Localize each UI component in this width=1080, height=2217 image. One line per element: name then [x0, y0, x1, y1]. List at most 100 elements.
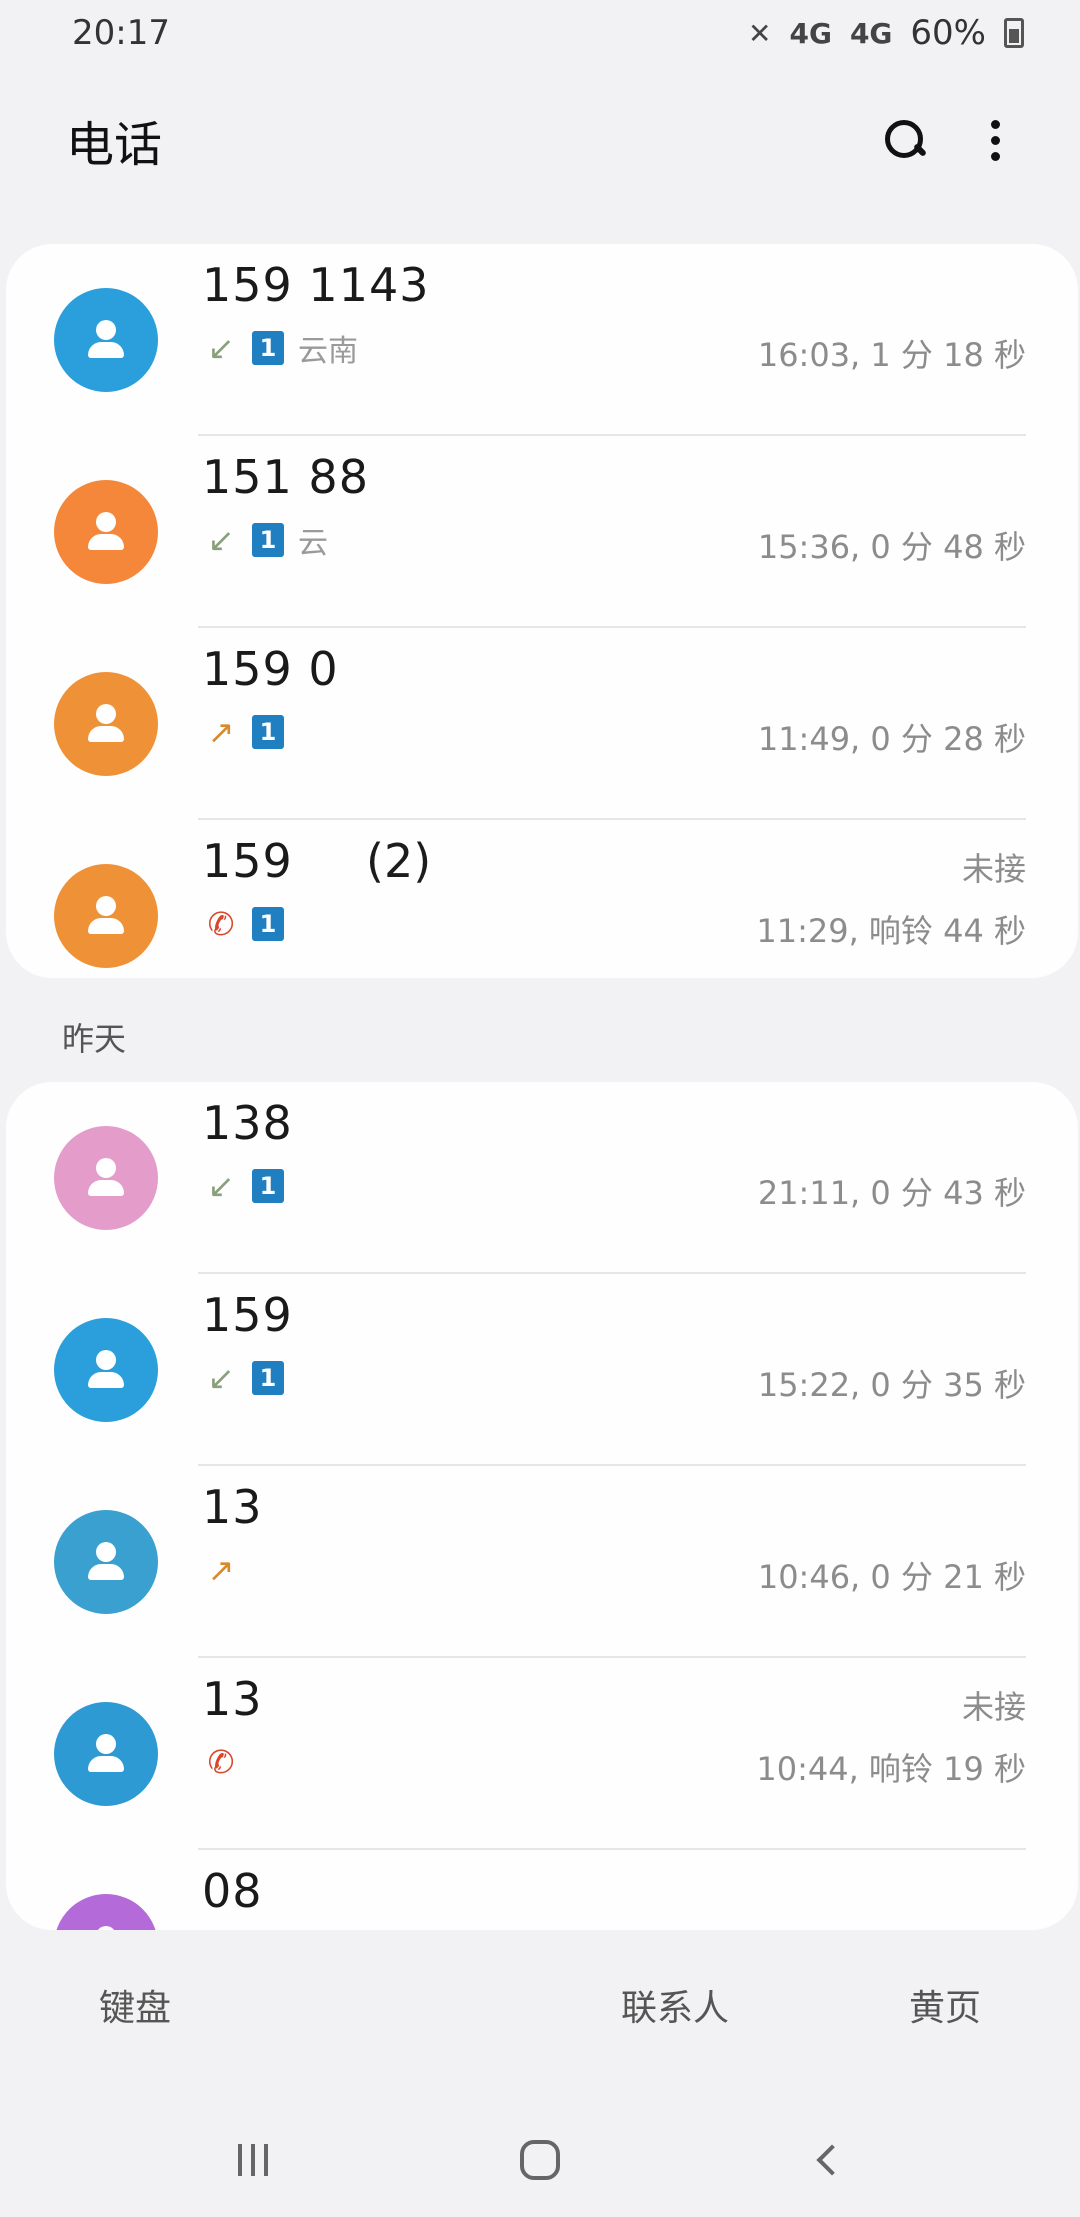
call-time: 10:46, 0 分 21 秒	[757, 1558, 1026, 1596]
outgoing-call-icon: ↗	[207, 1551, 235, 1589]
caller-location: 云南	[298, 334, 358, 369]
call-meta: ↙ 1	[204, 1356, 284, 1400]
home-button[interactable]	[480, 2120, 600, 2200]
call-log-yesterday: 138 ↙ 1 21:11, 0 分 43 秒 159 ↙ 1 15:22, 0 分 35 秒…	[6, 1082, 1078, 1930]
more-vert-icon	[990, 119, 1000, 161]
missed-call-icon: ✆	[207, 1743, 235, 1781]
avatar	[54, 672, 158, 776]
section-label-yesterday: 昨天	[62, 1020, 127, 1058]
caller-number: 13	[202, 1672, 263, 1726]
network-2-label: 4G	[849, 16, 893, 50]
person-icon	[86, 1732, 126, 1776]
person-icon	[86, 1924, 126, 1930]
avatar	[54, 1126, 158, 1230]
network-1-label: 4G	[789, 16, 832, 50]
battery-level: 60%	[910, 13, 986, 53]
avatar	[54, 1702, 158, 1806]
caller-number: 13	[202, 1480, 263, 1534]
call-count: (2)	[366, 834, 432, 888]
call-time: 15:22, 0 分 35 秒	[757, 1366, 1026, 1404]
person-icon	[86, 1540, 126, 1584]
person-icon	[86, 894, 126, 938]
avatar	[54, 1510, 158, 1614]
call-log-today: 159 1143 ↙ 1 云南 16:03, 1 分 18 秒 151 88 ↙ 1 云 15:3…	[6, 244, 1078, 978]
call-time: 10:44, 响铃 19 秒	[756, 1750, 1026, 1788]
call-log-row[interactable]: 138 ↙ 1 21:11, 0 分 43 秒	[6, 1082, 1078, 1274]
outgoing-call-icon: ↗	[207, 713, 235, 751]
call-log-row[interactable]: 159 1143 ↙ 1 云南 16:03, 1 分 18 秒	[6, 244, 1078, 436]
call-time: 11:29, 响铃 44 秒	[756, 912, 1026, 950]
incoming-call-icon: ↙	[207, 521, 235, 559]
caller-number: 151 88	[202, 450, 369, 504]
avatar	[54, 864, 158, 968]
sim-badge: 1	[252, 907, 284, 941]
recents-icon	[238, 2144, 269, 2176]
avatar	[54, 1318, 158, 1422]
caller-number: 159 0	[202, 642, 339, 696]
call-meta: ✆	[204, 1740, 238, 1784]
sim-badge: 1	[252, 1361, 284, 1395]
back-button[interactable]	[767, 2120, 887, 2200]
incoming-call-icon: ↙	[207, 1167, 235, 1205]
mute-icon: ✕	[748, 16, 772, 50]
person-icon	[86, 702, 126, 746]
caller-number: 159	[202, 1288, 293, 1342]
search-button[interactable]	[860, 95, 950, 185]
person-icon	[86, 1348, 126, 1392]
call-meta: ↙ 1 云南	[204, 326, 358, 370]
call-log-row[interactable]: 159 0 ↗ 1 11:49, 0 分 28 秒	[6, 628, 1078, 820]
status-icons: ✕ 4G 4G 60%	[748, 13, 1024, 53]
battery-icon	[1004, 18, 1024, 48]
call-log-row[interactable]: 151 88 ↙ 1 云 15:36, 0 分 48 秒	[6, 436, 1078, 628]
tab-yellow-pages[interactable]: 黄页	[810, 1960, 1080, 2050]
home-icon	[519, 2140, 560, 2180]
tab-contacts[interactable]: 联系人	[540, 1960, 810, 2050]
call-log-row[interactable]: 13 ↗ 10:46, 0 分 21 秒	[6, 1466, 1078, 1658]
sim-badge: 1	[252, 1169, 284, 1203]
caller-number: 138	[202, 1096, 293, 1150]
incoming-call-icon: ↙	[207, 1359, 235, 1397]
caller-number: 08	[202, 1864, 263, 1918]
sim-badge: 1	[252, 523, 284, 557]
avatar	[54, 480, 158, 584]
call-status: 未接	[961, 1688, 1026, 1726]
call-log-row[interactable]: 159 (2) ✆ 1 未接 11:29, 响铃 44 秒	[6, 820, 1078, 978]
call-log-row[interactable]: 13 ✆ 未接 10:44, 响铃 19 秒	[6, 1658, 1078, 1850]
call-log-row[interactable]: 159 ↙ 1 15:22, 0 分 35 秒	[6, 1274, 1078, 1466]
call-meta: ↗ 1	[204, 710, 284, 754]
person-icon	[86, 510, 126, 554]
tab-recents[interactable]	[270, 1960, 540, 2050]
call-status: 未接	[961, 850, 1026, 888]
app-bar: 电话	[0, 80, 1080, 200]
tab-keypad[interactable]: 键盘	[0, 1960, 270, 2050]
call-meta: ✆ 1	[204, 902, 284, 946]
call-meta: ↗	[204, 1548, 238, 1592]
call-time: 15:36, 0 分 48 秒	[757, 528, 1026, 566]
more-options-button[interactable]	[950, 95, 1040, 185]
page-title: 电话	[66, 117, 163, 173]
caller-number: 159	[202, 834, 293, 888]
recents-button[interactable]	[193, 2120, 313, 2200]
avatar	[54, 288, 158, 392]
system-nav-bar	[0, 2110, 1080, 2210]
call-log-row[interactable]: 08	[6, 1850, 1078, 1930]
person-icon	[86, 318, 126, 362]
sim-badge: 1	[252, 715, 284, 749]
call-time: 21:11, 0 分 43 秒	[757, 1174, 1026, 1212]
status-time: 20:17	[72, 13, 170, 53]
call-meta: ↙ 1 云	[204, 518, 328, 562]
caller-number: 159 1143	[202, 258, 430, 312]
missed-call-icon: ✆	[207, 905, 235, 943]
caller-location: 云	[298, 526, 328, 561]
sim-badge: 1	[252, 331, 284, 365]
call-time: 16:03, 1 分 18 秒	[757, 336, 1026, 374]
person-icon	[86, 1156, 126, 1200]
status-bar: 20:17 ✕ 4G 4G 60%	[0, 0, 1080, 66]
back-icon	[816, 2144, 848, 2176]
call-time: 11:49, 0 分 28 秒	[757, 720, 1026, 758]
avatar	[54, 1894, 158, 1930]
call-meta: ↙ 1	[204, 1164, 284, 1208]
bottom-tabs: 键盘 联系人 黄页	[0, 1960, 1080, 2050]
incoming-call-icon: ↙	[207, 329, 235, 367]
search-icon	[885, 120, 925, 160]
